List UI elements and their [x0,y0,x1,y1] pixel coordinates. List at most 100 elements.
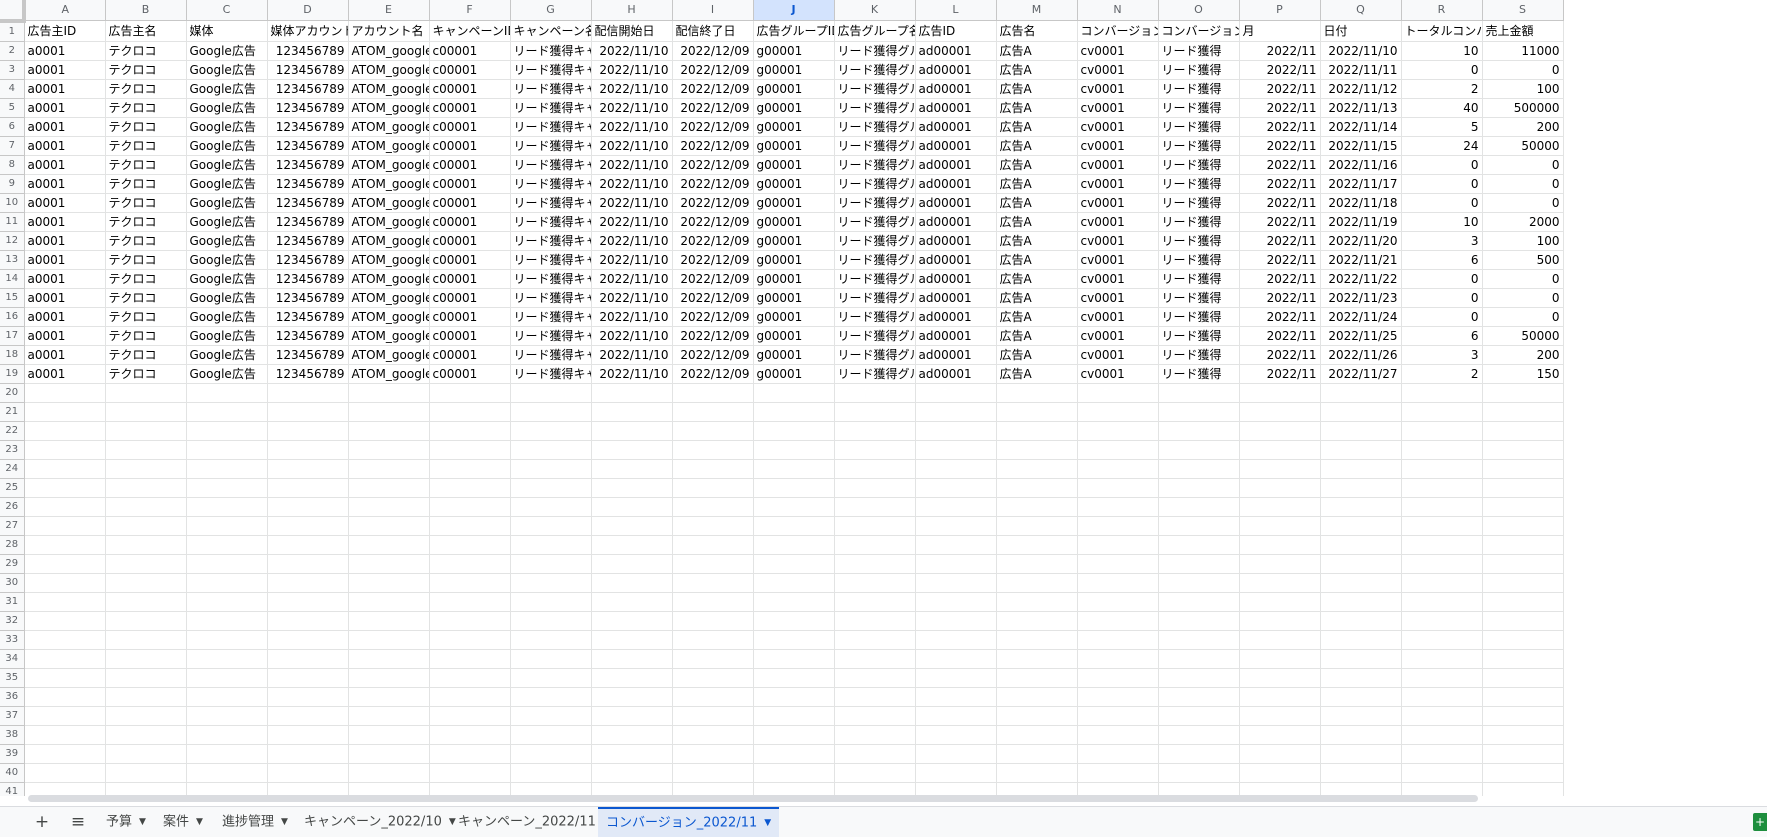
cell[interactable]: 500000 [1482,98,1564,118]
header-cell[interactable]: 広告名 [996,20,1078,42]
cell[interactable]: g00001 [753,136,835,156]
header-cell[interactable]: 媒体アカウントI [267,20,349,42]
cell[interactable] [24,554,106,574]
cell[interactable] [834,421,916,441]
cell[interactable]: 2022/11/12 [1320,79,1402,99]
cell[interactable] [24,630,106,650]
header-cell[interactable]: 広告グループ名 [834,20,916,42]
cell[interactable] [1239,497,1321,517]
cell[interactable] [510,478,592,498]
cell[interactable] [591,402,673,422]
cell[interactable]: c00001 [429,269,511,289]
cell[interactable]: リード獲得キャン [510,307,592,327]
cell[interactable]: リード獲得 [1158,326,1240,346]
cell[interactable]: 2022/12/09 [672,174,754,194]
cell[interactable] [267,782,349,796]
cell[interactable]: リード獲得 [1158,79,1240,99]
row-header[interactable]: 35 [0,668,25,688]
cell[interactable]: リード獲得グルー [834,98,916,118]
cell[interactable]: リード獲得グルー [834,364,916,384]
cell[interactable]: 2022/11/10 [591,174,673,194]
cell[interactable] [591,630,673,650]
cell[interactable] [834,497,916,517]
cell[interactable] [1320,687,1402,707]
cell[interactable]: 広告A [996,193,1078,213]
cell[interactable]: Google広告 [186,193,268,213]
cell[interactable] [996,383,1078,403]
cell[interactable] [105,706,187,726]
cell[interactable]: 2022/11/10 [591,364,673,384]
cell[interactable] [186,573,268,593]
plus-icon[interactable]: + [30,811,54,833]
row-header[interactable]: 25 [0,478,25,498]
cell[interactable]: g00001 [753,212,835,232]
cell[interactable]: 2022/11/10 [591,250,673,270]
cell[interactable]: 123456789 [267,79,349,99]
cell[interactable]: 2022/11/24 [1320,307,1402,327]
header-cell[interactable]: アカウント名 [348,20,430,42]
cell[interactable]: 10 [1401,212,1483,232]
cell[interactable]: Google広告 [186,98,268,118]
cell[interactable] [1482,573,1564,593]
cell[interactable]: 広告A [996,326,1078,346]
cell[interactable] [1320,592,1402,612]
cell[interactable] [267,763,349,783]
cell[interactable] [186,383,268,403]
cell[interactable]: ATOM_google [348,250,430,270]
cell[interactable] [24,459,106,479]
row-header[interactable]: 5 [0,98,25,118]
cell[interactable] [429,459,511,479]
cell[interactable]: a0001 [24,250,106,270]
cell[interactable]: 2022/11/15 [1320,136,1402,156]
cell[interactable] [24,744,106,764]
cell[interactable] [1158,573,1240,593]
cell[interactable] [915,668,997,688]
header-cell[interactable]: 売上金額 [1482,20,1564,42]
cell[interactable] [672,440,754,460]
cell[interactable] [591,763,673,783]
cell[interactable]: リード獲得 [1158,231,1240,251]
cell[interactable]: Google広告 [186,117,268,137]
header-cell[interactable]: 配信終了日 [672,20,754,42]
cell[interactable] [834,440,916,460]
cell[interactable] [510,535,592,555]
column-header-p[interactable]: P [1239,0,1321,21]
cell[interactable]: 100 [1482,231,1564,251]
cell[interactable]: 2022/11/22 [1320,269,1402,289]
cell[interactable] [1482,402,1564,422]
cell[interactable] [348,383,430,403]
cell[interactable] [591,668,673,688]
cell[interactable] [267,402,349,422]
cell[interactable] [105,744,187,764]
cell[interactable]: 2022/11/10 [591,288,673,308]
cell[interactable] [1239,763,1321,783]
cell[interactable] [1401,706,1483,726]
cell[interactable]: 広告A [996,41,1078,61]
cell[interactable]: 2022/11/10 [591,269,673,289]
cell[interactable]: リード獲得グルー [834,193,916,213]
cell[interactable]: 123456789 [267,212,349,232]
cell[interactable] [672,421,754,441]
column-header-m[interactable]: M [996,0,1078,21]
cell[interactable] [996,440,1078,460]
cell[interactable]: Google広告 [186,174,268,194]
cell[interactable]: Google広告 [186,79,268,99]
cell[interactable] [1320,725,1402,745]
cell[interactable]: ATOM_google [348,98,430,118]
cell[interactable] [1482,440,1564,460]
cell[interactable]: c00001 [429,364,511,384]
cell[interactable] [1401,554,1483,574]
cell[interactable] [915,554,997,574]
cell[interactable]: 2022/11 [1239,117,1321,137]
cell[interactable]: 50000 [1482,326,1564,346]
cell[interactable]: リード獲得グルー [834,155,916,175]
cell[interactable]: g00001 [753,231,835,251]
cell[interactable] [429,744,511,764]
cell[interactable]: a0001 [24,212,106,232]
cell[interactable] [429,554,511,574]
cell[interactable]: 2022/12/09 [672,288,754,308]
cell[interactable] [1077,516,1159,536]
cell[interactable] [1239,611,1321,631]
cell[interactable]: Google広告 [186,269,268,289]
cell[interactable] [1239,782,1321,796]
